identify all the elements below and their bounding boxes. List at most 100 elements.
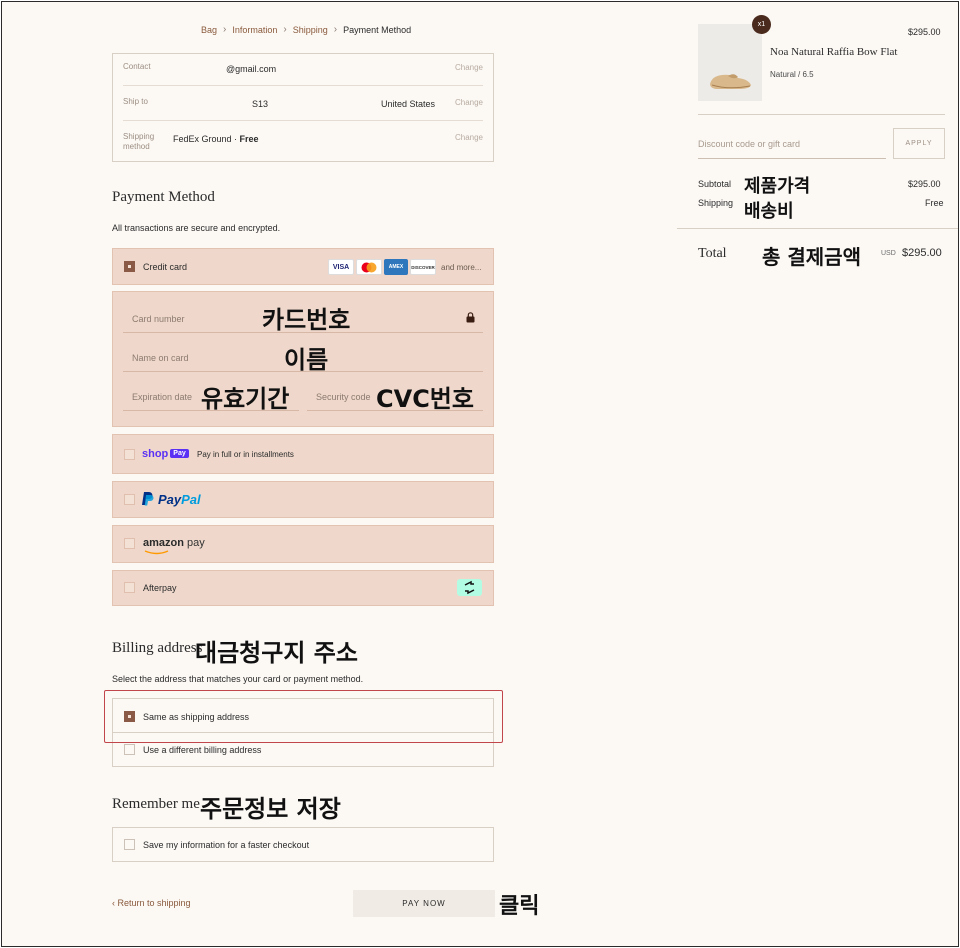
- shop-pay-text: Pay in full or in installments: [197, 450, 294, 459]
- contact-row: Contact @gmail.com Change: [123, 54, 483, 86]
- discover-icon: DISCOVER: [410, 259, 436, 275]
- shipping-method-value: FedEx Ground · Free: [173, 134, 259, 144]
- shipping-method-label: Shipping method: [123, 132, 155, 151]
- remember-me-option[interactable]: Save my information for a faster checkou…: [112, 827, 494, 862]
- product-thumbnail: [698, 24, 762, 101]
- paypal-brand-pay: Pay: [158, 492, 182, 507]
- ship-to-label: Ship to: [123, 97, 148, 106]
- name-on-card-placeholder: Name on card: [132, 353, 189, 363]
- pay-now-button[interactable]: PAY NOW: [353, 890, 495, 917]
- billing-different-label: Use a different billing address: [143, 745, 262, 755]
- annotation-name: 이름: [284, 346, 329, 374]
- more-cards-text: and more...: [441, 263, 482, 272]
- payment-method-title: Payment Method: [112, 189, 215, 205]
- afterpay-radio[interactable]: [124, 582, 135, 593]
- ship-to-zip: S13: [252, 99, 269, 109]
- payment-option-credit-card[interactable]: Credit card VISA AMEX DISCOVER and more.…: [112, 248, 494, 285]
- visa-icon: VISA: [328, 259, 354, 275]
- chevron-right-icon: ›: [283, 24, 287, 35]
- chevron-right-icon: ›: [223, 24, 227, 35]
- amazon-brand: amazon: [143, 537, 184, 549]
- paypal-radio[interactable]: [124, 494, 135, 505]
- total-currency: USD: [881, 250, 896, 257]
- change-address-link[interactable]: Change: [455, 98, 483, 107]
- apply-discount-button[interactable]: APPLY: [893, 128, 945, 159]
- credit-card-radio[interactable]: [124, 261, 135, 272]
- annotation-shipping: 배송비: [744, 201, 794, 222]
- payment-option-amazon-pay[interactable]: amazon pay: [112, 525, 494, 563]
- subtotal-label: Subtotal: [698, 179, 732, 189]
- billing-address-subtitle: Select the address that matches your car…: [112, 674, 364, 684]
- shop-pay-radio[interactable]: [124, 449, 135, 460]
- annotation-billing: 대금청구지 주소: [195, 639, 358, 667]
- annotation-cvc: CVC번호: [376, 385, 474, 413]
- discount-code-placeholder: Discount code or gift card: [698, 139, 801, 149]
- contact-label: Contact: [123, 62, 151, 71]
- breadcrumb-payment-method: Payment Method: [343, 24, 412, 35]
- remember-me-checkbox[interactable]: [124, 839, 135, 850]
- divider: [677, 228, 958, 229]
- payment-option-shop-pay[interactable]: shop Pay Pay in full or in installments: [112, 434, 494, 474]
- ship-to-country: United States: [381, 99, 436, 109]
- annotation-remember: 주문정보 저장: [200, 795, 341, 823]
- paypal-brand-pal: Pal: [181, 492, 201, 507]
- change-shipping-method-link[interactable]: Change: [455, 133, 483, 142]
- annotation-subtotal: 제품가격: [744, 176, 811, 197]
- amazon-smile-icon: [144, 550, 169, 555]
- shoe-icon: [710, 74, 751, 89]
- quantity-badge: x1: [752, 15, 771, 34]
- total-value: $295.00: [902, 247, 942, 259]
- paypal-logo: PayPal: [158, 492, 201, 507]
- product-name: Noa Natural Raffia Bow Flat: [770, 46, 898, 58]
- amazon-pay-radio[interactable]: [124, 538, 135, 549]
- product-variant: Natural / 6.5: [770, 70, 814, 79]
- discount-code-input[interactable]: Discount code or gift card: [698, 128, 886, 159]
- shipping-method-row: Shipping method FedEx Ground · Free Chan…: [123, 124, 483, 156]
- total-label: Total: [698, 246, 727, 261]
- annotation-click: 클릭: [499, 894, 540, 919]
- shipping-value: Free: [925, 198, 944, 208]
- payment-option-afterpay[interactable]: Afterpay: [112, 570, 494, 606]
- divider: [698, 114, 945, 115]
- amex-icon: AMEX: [384, 259, 408, 275]
- shop-pay-logo: shop Pay: [142, 448, 189, 460]
- billing-address-title: Billing address: [112, 640, 203, 656]
- change-contact-link[interactable]: Change: [455, 63, 483, 72]
- billing-different-radio[interactable]: [124, 744, 135, 755]
- remember-me-label: Save my information for a faster checkou…: [143, 840, 310, 850]
- card-number-placeholder: Card number: [132, 314, 185, 324]
- subtotal-value: $295.00: [908, 179, 941, 189]
- credit-card-label: Credit card: [143, 262, 188, 272]
- shipping-label: Shipping: [698, 198, 734, 208]
- payment-option-paypal[interactable]: PayPal: [112, 481, 494, 518]
- breadcrumb: Bag › Information › Shipping › Payment M…: [201, 24, 411, 35]
- expiration-date-placeholder: Expiration date: [132, 392, 193, 402]
- chevron-right-icon: ›: [333, 24, 338, 35]
- checkout-page: Bag › Information › Shipping › Payment M…: [1, 1, 959, 947]
- order-info-summary: Contact @gmail.com Change Ship to S13 Un…: [112, 53, 494, 162]
- amazon-pay-word: pay: [187, 537, 205, 549]
- annotation-expiry: 유효기간: [201, 385, 290, 413]
- paypal-icon: [142, 492, 154, 506]
- breadcrumb-information[interactable]: Information: [232, 25, 277, 35]
- shipping-method-carrier: FedEx Ground ·: [173, 134, 240, 144]
- lock-icon: [466, 312, 475, 323]
- breadcrumb-shipping[interactable]: Shipping: [293, 25, 328, 35]
- afterpay-icon: [457, 579, 482, 596]
- annotation-card-number: 카드번호: [262, 306, 351, 334]
- breadcrumb-bag[interactable]: Bag: [201, 25, 217, 35]
- highlight-frame: [104, 690, 503, 743]
- ship-to-row: Ship to S13 United States Change: [123, 89, 483, 121]
- remember-me-title: Remember me: [112, 796, 200, 812]
- afterpay-label: Afterpay: [143, 583, 177, 593]
- shipping-method-free: Free: [239, 134, 259, 144]
- mastercard-icon: [356, 259, 382, 275]
- shop-pay-badge: Pay: [170, 449, 189, 458]
- security-code-placeholder: Security code: [316, 392, 371, 402]
- payment-secure-note: All transactions are secure and encrypte…: [112, 223, 281, 233]
- product-price: $295.00: [908, 27, 941, 37]
- annotation-total: 총 결제금액: [762, 245, 861, 269]
- shop-pay-brand: shop: [142, 448, 169, 460]
- return-to-shipping-label: Return to shipping: [117, 898, 191, 908]
- return-to-shipping-link[interactable]: ‹ Return to shipping: [112, 898, 191, 908]
